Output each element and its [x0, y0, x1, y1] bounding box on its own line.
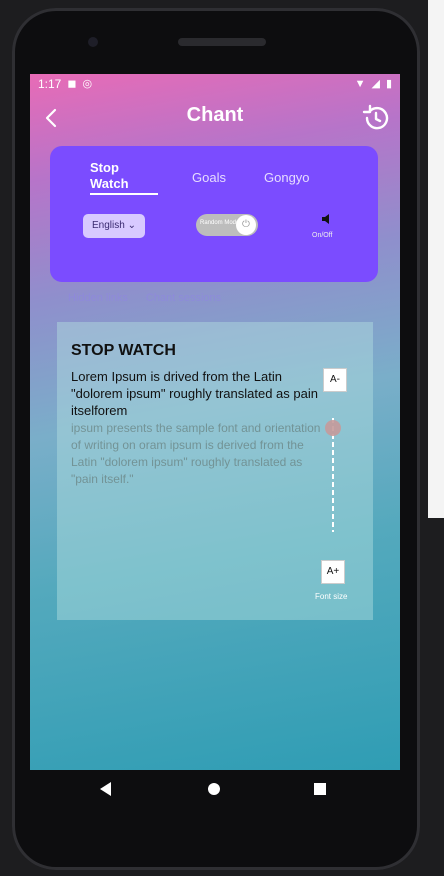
- status-left: 1:17 ◼ ◎: [38, 77, 92, 91]
- wifi-icon: ▼: [354, 77, 366, 90]
- status-right: ▼ ◢ ▮: [354, 77, 392, 90]
- status-bar: 1:17 ◼ ◎ ▼ ◢ ▮: [30, 74, 400, 94]
- history-button[interactable]: [360, 102, 392, 134]
- app-screen: 1:17 ◼ ◎ ▼ ◢ ▮ Chant Stop Watch Goals Go…: [30, 74, 400, 770]
- language-select[interactable]: English ⌄: [83, 214, 145, 238]
- speaker-icon: [322, 214, 329, 224]
- chant-text-sub: ipsum presents the sample font and orien…: [71, 421, 321, 486]
- nav-recents-icon[interactable]: [314, 783, 326, 795]
- tab-goals[interactable]: Goals: [192, 170, 226, 186]
- side-panel: [428, 0, 444, 518]
- chant-text-main: Lorem Ipsum is drived from the Latin "do…: [71, 369, 318, 418]
- faint-link[interactable]: Chant sessions: [146, 292, 221, 304]
- faint-links: Hidden links Chant sessions: [68, 292, 221, 304]
- camera-dot: [88, 37, 98, 47]
- font-size-slider-thumb[interactable]: [325, 420, 341, 436]
- panel-title: STOP WATCH: [71, 342, 176, 359]
- power-icon: ⏻: [236, 215, 256, 235]
- language-value: English: [92, 220, 125, 231]
- app-header: Chant: [30, 98, 400, 142]
- sync-icon: ◎: [82, 77, 93, 90]
- faint-link[interactable]: Hidden links: [68, 292, 128, 304]
- tab-stop-watch[interactable]: Stop Watch: [90, 160, 158, 192]
- toggle-label: Random Mode: [200, 220, 240, 226]
- nav-back-icon[interactable]: [100, 782, 111, 796]
- signal-icon: ◢: [371, 77, 380, 90]
- earpiece: [178, 38, 266, 46]
- font-decrease-button[interactable]: A-: [323, 368, 347, 392]
- stopwatch-panel: STOP WATCH Lorem Ipsum is drived from th…: [57, 322, 373, 620]
- notification-icon: ◼: [67, 77, 77, 90]
- history-icon: [362, 104, 389, 130]
- font-increase-button[interactable]: A+: [321, 560, 345, 584]
- chevron-down-icon: ⌄: [127, 220, 136, 231]
- status-time: 1:17: [38, 77, 62, 91]
- active-tab-underline: [90, 193, 158, 195]
- sound-toggle[interactable]: [321, 212, 333, 224]
- tab-gongyo[interactable]: Gongyo: [264, 170, 310, 186]
- android-nav-bar: [30, 770, 400, 810]
- battery-icon: ▮: [385, 77, 392, 90]
- sound-label: On/Off: [312, 232, 333, 239]
- random-mode-toggle[interactable]: Random Mode ⏻: [196, 214, 258, 236]
- controls-card: Stop Watch Goals Gongyo English ⌄ Random…: [50, 146, 378, 282]
- page-title: Chant: [186, 104, 244, 126]
- nav-home-icon[interactable]: [208, 783, 220, 795]
- font-size-label: Font size: [315, 592, 348, 601]
